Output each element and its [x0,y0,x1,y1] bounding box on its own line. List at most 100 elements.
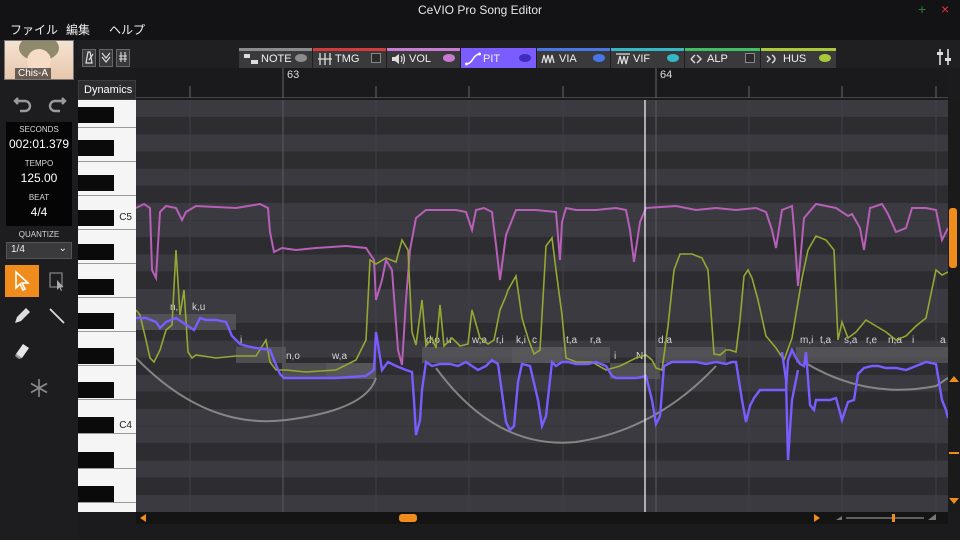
metronome-button[interactable] [82,49,96,67]
note-lyric: t,a [820,335,832,346]
note-lyric: n,a [888,335,902,346]
black-key[interactable] [78,210,114,226]
piano-keyboard[interactable]: C5 C4 [78,100,136,512]
tempo-value[interactable]: 125.00 [6,171,72,185]
scroll-left-icon[interactable] [138,513,148,523]
vertical-scrollbar[interactable] [948,100,960,512]
pitch-lane [136,494,948,512]
quantize-label: QUANTIZE [18,230,60,239]
zoom-slider[interactable] [836,514,936,522]
note-lyric: c [532,335,537,346]
tab-tmg-label: TMG [335,53,360,65]
tab-pit-label: PIT [483,53,501,65]
note-block[interactable] [610,363,660,379]
husky-icon [766,54,776,64]
note-block[interactable] [796,347,830,363]
horizontal-scrollbar[interactable] [136,512,948,524]
line-icon [49,308,65,324]
black-key[interactable] [78,417,114,433]
window-title: CeVIO Pro Song Editor [417,3,543,17]
black-key[interactable] [78,382,114,398]
eye-icon[interactable] [519,54,531,62]
menu-file[interactable]: ファイル [10,21,58,38]
ruler-ticks [189,68,937,98]
quantize-value: 1/4 [11,244,25,255]
pitch-lane [136,117,948,135]
piano-roll-canvas[interactable]: n,i k,uin,o w,ad,o u w,a r,i k,i c t,a r,ai Nd,a m,… [136,100,948,512]
black-key[interactable] [78,313,114,329]
white-key[interactable] [78,503,136,512]
black-key[interactable] [78,140,114,156]
beat-label: BEAT [28,193,50,202]
note-block[interactable] [562,347,610,363]
pitch-lane [136,100,948,118]
tab-note[interactable]: NOTE [239,48,312,68]
eye-icon[interactable] [667,54,679,62]
add-window-button[interactable]: + [918,1,926,17]
black-key[interactable] [78,452,114,468]
note-lyric: k,i [516,335,526,346]
auto-follow-button[interactable] [99,49,113,67]
snowflake-icon [30,379,48,397]
beat-value[interactable]: 4/4 [6,205,72,219]
note-block[interactable] [422,347,482,363]
tab-vol[interactable]: VOL [387,48,460,68]
mixer-settings-button[interactable] [934,47,954,67]
pitch-lane [136,271,948,289]
piano-roll-grid[interactable]: n,i k,u i n,o w,a d,o u w,a r,i k,i c t,a r,a i Nd,a m,… [136,100,948,512]
black-key[interactable] [78,244,114,260]
range-select-icon [49,272,64,291]
eye-icon[interactable] [295,54,307,62]
note-block[interactable] [830,347,874,363]
horizontal-scroll-thumb[interactable] [399,514,417,522]
black-key[interactable] [78,486,114,502]
note-lyric: n,o [286,351,300,362]
redo-button[interactable] [46,92,68,114]
tab-hus[interactable]: HUS [761,48,836,68]
eraser-tool-button[interactable] [5,334,39,366]
vertical-scroll-thumb[interactable] [949,208,957,268]
timeline-ruler[interactable]: 63 64 [136,68,948,98]
note-mode-button[interactable] [116,49,130,67]
range-select-tool-button[interactable] [40,265,74,297]
tab-tmg[interactable]: TMG [313,48,386,68]
quantize-select[interactable]: 1/4 ⌄ [6,242,72,259]
timing-icon [318,53,332,65]
close-window-button[interactable]: × [941,1,949,17]
tab-alp[interactable]: ALP [685,48,760,68]
undo-icon [13,97,32,113]
scroll-right-icon[interactable] [812,513,822,523]
checkbox-icon[interactable] [371,53,381,63]
scroll-arrow-icons [949,376,959,504]
key-label: C4 [119,420,132,431]
eye-icon[interactable] [443,54,455,62]
black-key[interactable] [78,175,114,191]
checkbox-icon[interactable] [745,53,755,63]
black-key[interactable] [78,279,114,295]
note-block[interactable] [512,347,562,363]
pencil-tool-button[interactable] [5,300,39,332]
undo-button[interactable] [12,92,34,114]
eye-icon[interactable] [819,54,831,62]
black-key[interactable] [78,107,114,123]
tab-hus-label: HUS [783,53,807,65]
pitch-lane [136,220,948,238]
tab-via[interactable]: VIA [537,48,610,68]
freeze-tool-button[interactable] [22,372,56,404]
menu-edit[interactable]: 編集 [66,21,90,38]
note-block[interactable] [874,347,922,363]
menu-help[interactable]: ヘルプ [109,21,145,38]
line-tool-button[interactable] [40,300,74,332]
note-block[interactable] [922,347,948,363]
eye-icon[interactable] [593,54,605,62]
select-tool-button[interactable] [5,265,39,297]
tab-vif[interactable]: VIF [611,48,684,68]
tab-pit[interactable]: PIT [461,48,536,68]
character-avatar[interactable]: Chis-A [4,40,74,80]
note-lyric: r,e [866,335,878,346]
arrow-cursor-icon [15,270,31,292]
eraser-icon [15,344,29,359]
dynamics-track-label[interactable]: Dynamics [78,80,136,100]
black-key[interactable] [78,348,114,364]
alpha-icon [690,54,702,64]
